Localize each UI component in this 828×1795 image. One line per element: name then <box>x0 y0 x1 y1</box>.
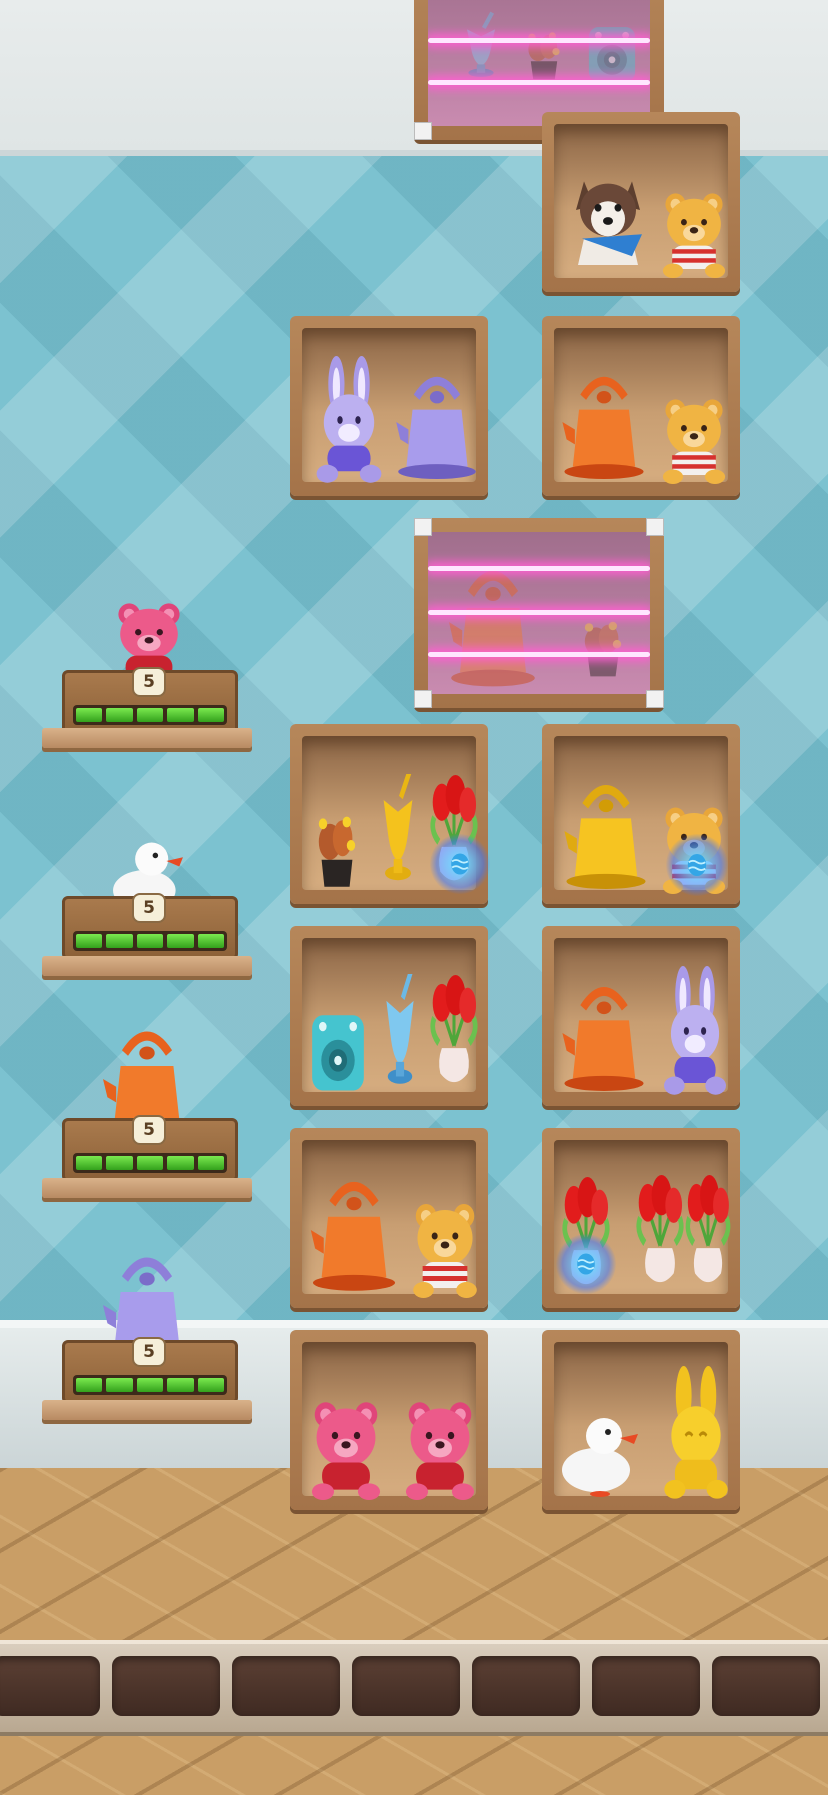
purple-bunny-icon[interactable] <box>304 356 394 484</box>
station-progress-bar <box>73 1375 227 1395</box>
station-crate: 5 <box>62 1337 238 1404</box>
tray-slot-5[interactable] <box>472 1656 580 1716</box>
pink-bear-icon[interactable] <box>394 1396 486 1500</box>
blue-egg-icon <box>686 853 708 877</box>
red-tulips-icon[interactable] <box>416 970 492 1096</box>
yellow-bear-icon[interactable] <box>652 394 736 484</box>
station-shelf <box>42 1400 252 1420</box>
game-scene: 5 5 5 5 <box>0 0 828 1795</box>
shelf-r1-right[interactable] <box>542 112 740 292</box>
laser-bar <box>428 652 650 657</box>
purple-bunny-icon[interactable] <box>652 966 738 1096</box>
shelf-r6-left[interactable] <box>290 1330 488 1510</box>
station-shelf <box>42 728 252 748</box>
tray-slot-7[interactable] <box>712 1656 820 1716</box>
gold-bunny-icon[interactable] <box>652 1366 740 1500</box>
station-progress-bar <box>73 931 227 951</box>
station-crate: 5 <box>62 1115 238 1182</box>
locked-box-middle[interactable] <box>414 518 664 708</box>
tray-slot-2[interactable] <box>112 1656 220 1716</box>
box-corner <box>414 122 432 140</box>
station-count: 5 <box>132 893 166 923</box>
shelf-r4-left[interactable] <box>290 926 488 1106</box>
box-corner <box>414 518 432 536</box>
laser-bar <box>428 80 650 85</box>
shelf-r5-left[interactable] <box>290 1128 488 1308</box>
station-count: 5 <box>132 1337 166 1367</box>
station-shelf <box>42 1178 252 1198</box>
box-corner <box>646 690 664 708</box>
orange-kettle-icon[interactable] <box>552 970 656 1096</box>
station-crate: 5 <box>62 893 238 960</box>
shelf-r3-left[interactable] <box>290 724 490 904</box>
orange-kettle-icon[interactable] <box>300 1164 408 1296</box>
shelf-r3-right[interactable] <box>542 724 740 904</box>
station-crate: 5 <box>62 667 238 734</box>
yellow-bear-icon[interactable] <box>652 188 736 278</box>
collection-tray <box>0 1640 828 1736</box>
station-count: 5 <box>132 1115 166 1145</box>
laser-bar <box>428 566 650 571</box>
yellow-bear-icon[interactable] <box>402 1198 488 1298</box>
shelf-r2-right[interactable] <box>542 316 740 496</box>
shelf-r5-right[interactable] <box>542 1128 740 1308</box>
red-tulips-icon[interactable] <box>672 1170 744 1296</box>
station-count: 5 <box>132 667 166 697</box>
pink-bear-icon[interactable] <box>300 1396 392 1500</box>
flower-pot-icon <box>584 621 622 677</box>
laser-bar <box>428 38 650 43</box>
box-corner <box>646 518 664 536</box>
orange-kettle-icon <box>438 552 548 692</box>
shelf-r4-right[interactable] <box>542 926 740 1106</box>
tray-slot-3[interactable] <box>232 1656 340 1716</box>
wood-floor <box>0 1468 828 1795</box>
station-progress-bar <box>73 705 227 725</box>
tray-slot-6[interactable] <box>592 1656 700 1716</box>
purple-kettle-icon[interactable] <box>386 360 488 484</box>
gold-kettle-icon[interactable] <box>554 768 658 894</box>
laser-bar <box>428 610 650 615</box>
station-shelf <box>42 956 252 976</box>
white-duck-icon[interactable] <box>550 1400 650 1500</box>
blue-egg-icon <box>576 1252 596 1276</box>
orange-kettle-icon[interactable] <box>552 360 656 484</box>
shelf-r2-left[interactable] <box>290 316 488 496</box>
box-corner <box>414 690 432 708</box>
teal-speaker-icon[interactable] <box>300 1004 376 1098</box>
tray-slot-4[interactable] <box>352 1656 460 1716</box>
blue-egg-icon <box>450 852 470 876</box>
station-progress-bar <box>73 1153 227 1173</box>
tray-slot-1[interactable] <box>0 1656 100 1716</box>
husky-plush-icon[interactable] <box>558 166 658 276</box>
shelf-r6-right[interactable] <box>542 1330 740 1510</box>
